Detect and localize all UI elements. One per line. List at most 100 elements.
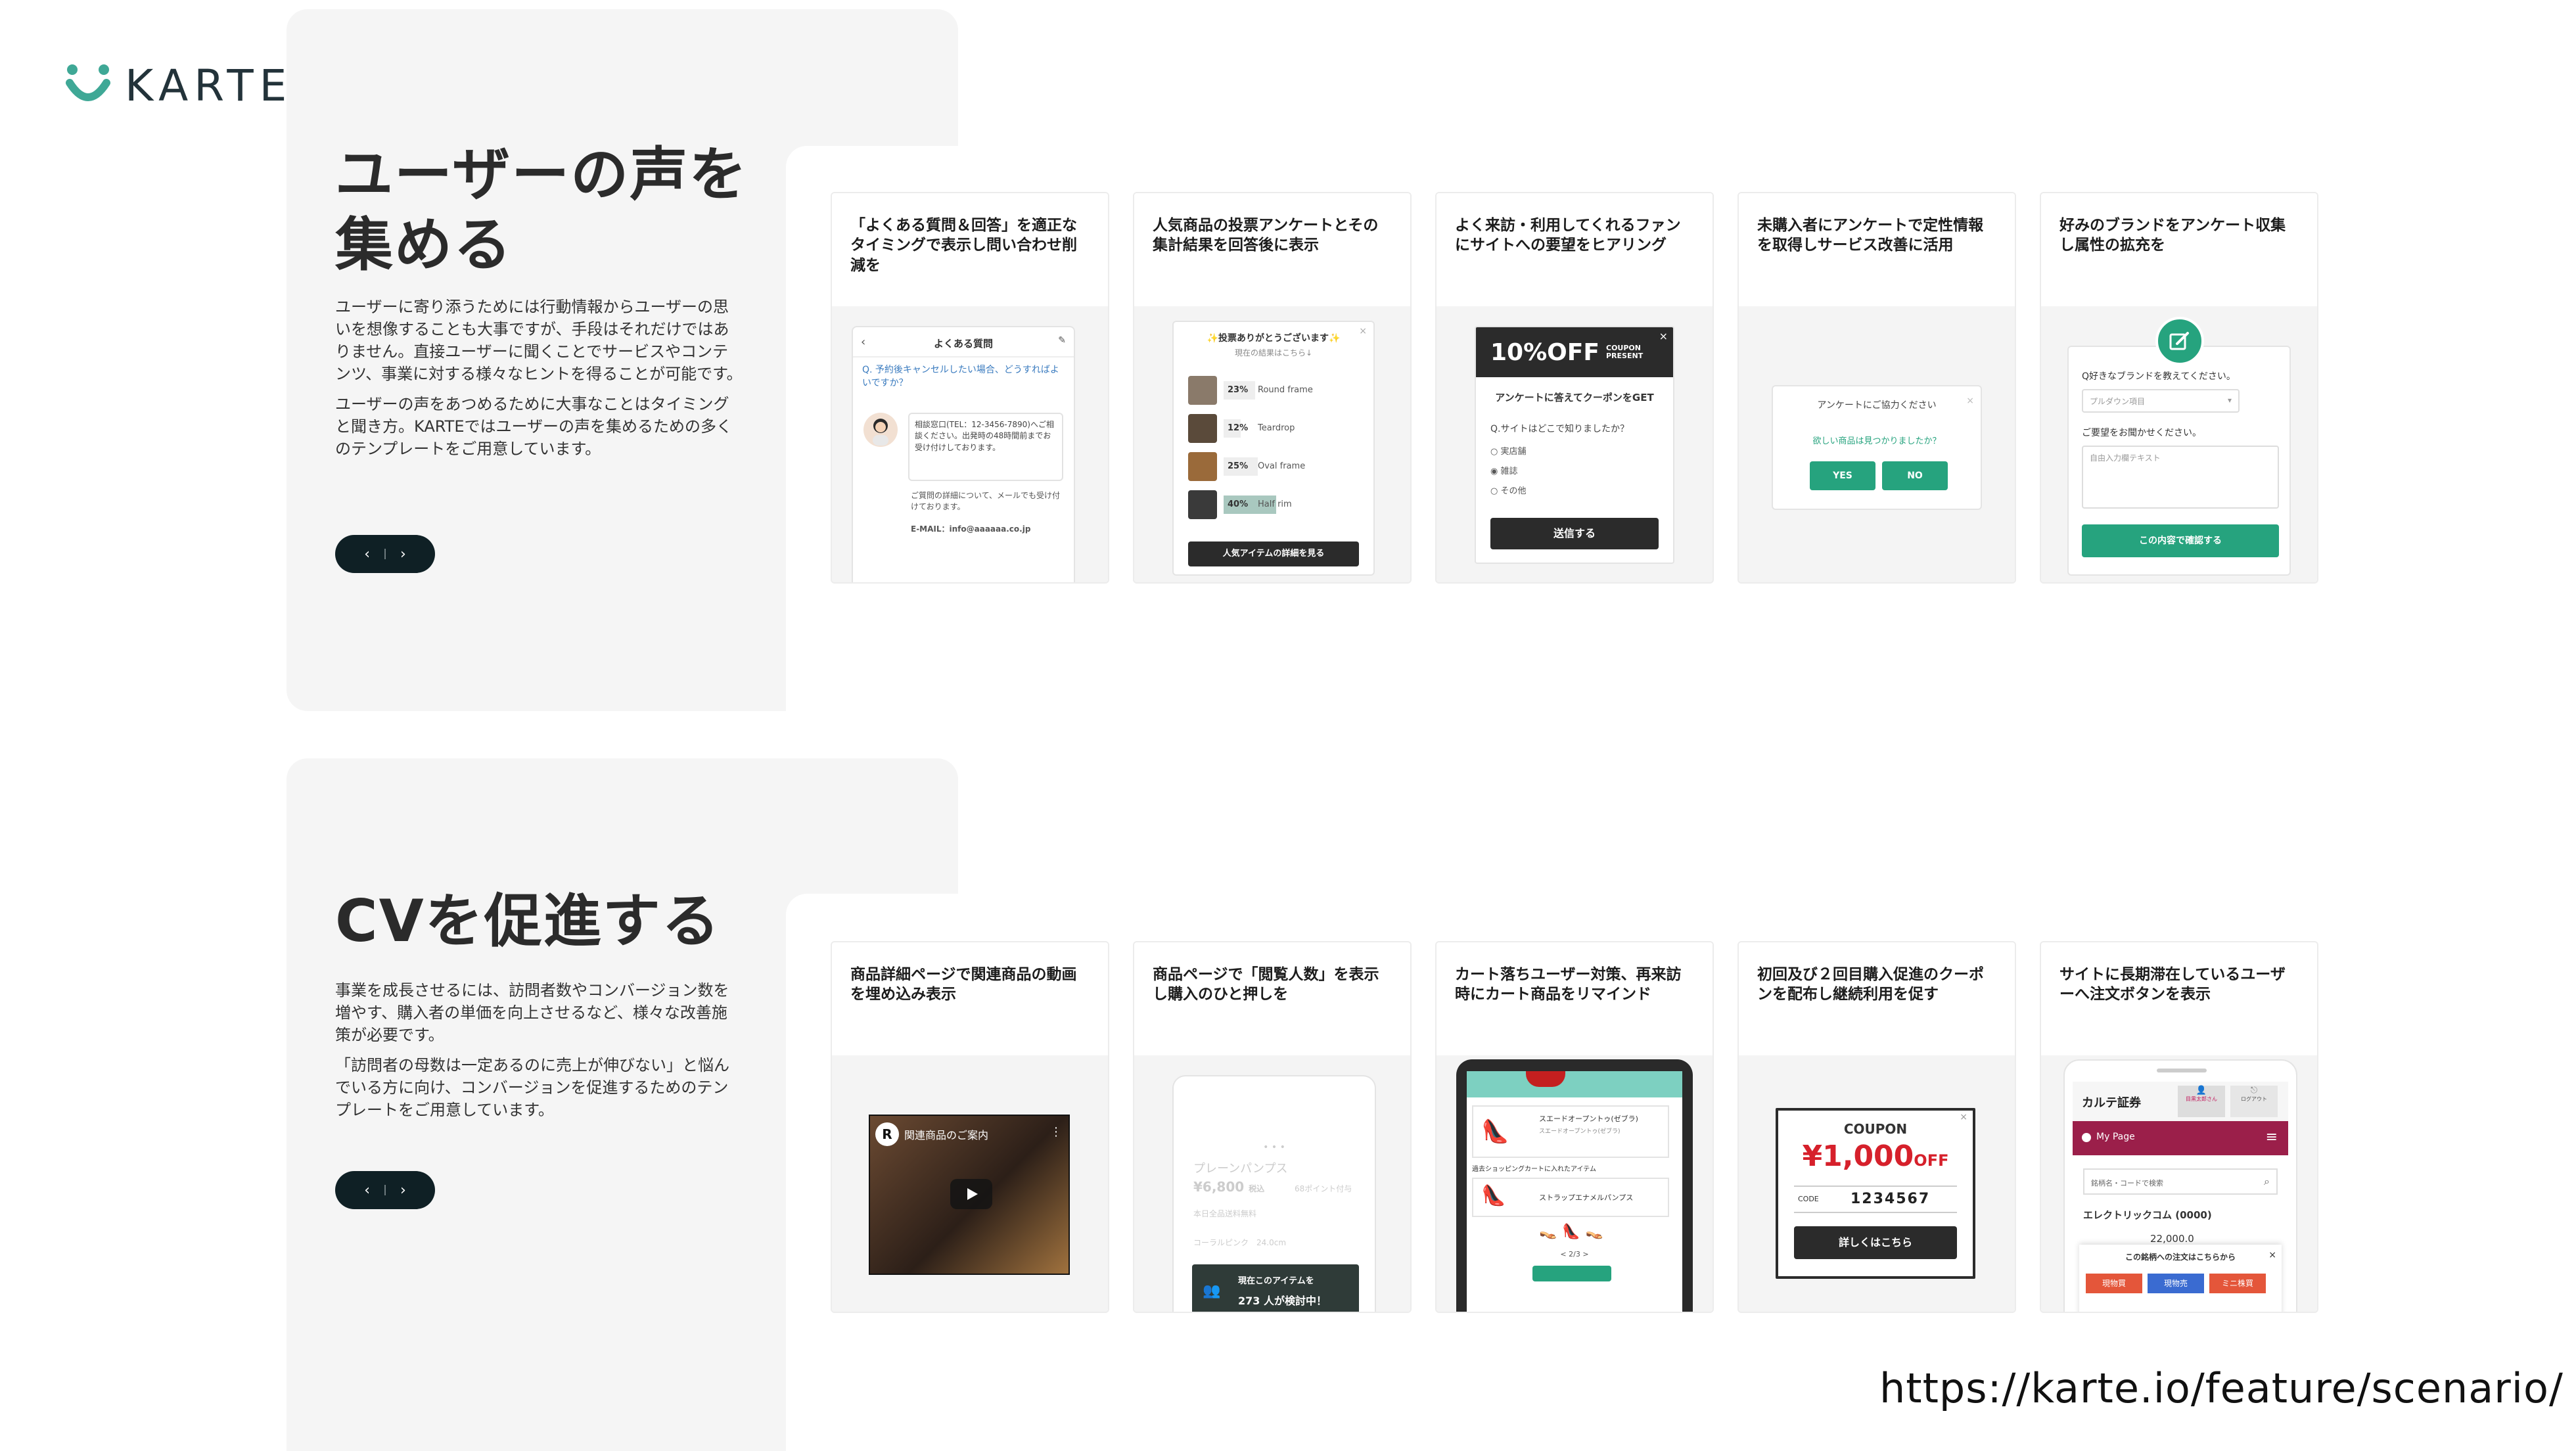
cart-item[interactable]: 👠 スエードオープントゥ(ゼブラ) スエードオープントゥ(ゼブラ) [1472, 1105, 1669, 1158]
search-placeholder: 銘柄名・コードで検索 [2091, 1179, 2163, 1187]
variant-select[interactable]: コーラルピンク 24.0cm [1193, 1237, 1286, 1248]
template-card-faq[interactable]: 「よくある質問＆回答」を適正なタイミングで表示し問い合わせ削減を ‹ よくある質… [831, 192, 1109, 584]
poll-percent: 23% [1228, 385, 1249, 395]
cart-cta-button[interactable] [1532, 1266, 1611, 1281]
survey-option[interactable]: ◉ 雑誌 [1490, 464, 1518, 476]
carousel-dots: • • • [1263, 1142, 1285, 1153]
phone-frame: カルテ証券 👤 目黒太郎さん ⎋ ログアウト My Page ≡ 銘柄名・コード… [2063, 1059, 2297, 1312]
card-caption: 好みのブランドをアンケート収集し属性の拡充を [2041, 193, 2317, 306]
next-arrow-icon[interactable]: › [400, 546, 406, 563]
card-thumbnail: Q好きなブランドを教えてください。 プルダウン項目 ▾ ご要望をお聞かせください。… [2041, 306, 2317, 582]
cart-pager[interactable]: < 2/3 > [1467, 1250, 1682, 1258]
card-thumbnail: ✨投票ありがとうございます✨ 現在の結果はこちら↓ × 23% Round fr… [1134, 306, 1410, 582]
section-paragraph: 「訪問者の母数は一定あるのに売上が伸びない」と悩んでいる方に向け、コンバージョン… [335, 1056, 729, 1120]
template-card-cart-reminder[interactable]: カート落ちユーザー対策、再来訪時にカート商品をリマインド 👠 スエードオープント… [1435, 941, 1714, 1313]
survey-option-label: 実店舗 [1500, 447, 1527, 457]
mini-buy-button[interactable]: ミニ株買 [2209, 1274, 2266, 1293]
karte-logo: KARTE [66, 60, 292, 111]
play-icon[interactable] [950, 1179, 992, 1209]
coupon-label: COUPON [1843, 1121, 1908, 1137]
nav-mypage[interactable]: My Page [2096, 1132, 2135, 1142]
app-nav: My Page ≡ [2073, 1121, 2288, 1155]
close-icon[interactable]: × [1359, 326, 1367, 336]
poll-photo [1188, 490, 1217, 519]
section-title-line: ユーザーの声を [335, 141, 748, 208]
survey-submit-button[interactable]: 送信する [1490, 518, 1659, 549]
cart-item[interactable]: 👠 ストラップエナメルパンプス [1472, 1178, 1669, 1217]
template-card-viewers[interactable]: 商品ページで「閲覧人数」を表示し購入のひと押しを • • • プレーンパンプス … [1133, 941, 1412, 1313]
sell-button[interactable]: 現物売 [2148, 1274, 2204, 1293]
section-body-cv: 事業を成長させるには、訪問者数やコンバージョン数を増やす、購入者の単価を向上させ… [335, 979, 743, 1129]
stock-search-input[interactable]: 銘柄名・コードで検索 ⌕ [2083, 1168, 2278, 1195]
shoe-icon: 👠 [1481, 1118, 1509, 1145]
video-player[interactable]: R 関連商品のご案内 ⋮ [869, 1115, 1070, 1275]
carousel-pager-cv: ‹ › [335, 1171, 435, 1209]
template-card-fan-survey[interactable]: よく来訪・利用してくれるファンにサイトへの要望をヒアリング 10%OFF COU… [1435, 192, 1714, 584]
channel-avatar-icon: R [875, 1122, 899, 1146]
price-tax: 税込 [1249, 1184, 1265, 1193]
no-button[interactable]: NO [1882, 461, 1948, 490]
divider [1794, 1186, 1957, 1187]
user-box[interactable]: 👤 目黒太郎さん [2178, 1086, 2225, 1117]
order-popup-text: この銘柄への注文はこちらから [2125, 1253, 2236, 1262]
yes-button[interactable]: YES [1810, 461, 1875, 490]
prev-arrow-icon[interactable]: ‹ [364, 546, 370, 563]
poll-photo [1188, 452, 1217, 481]
brand-request: ご要望をお聞かせください。 [2082, 428, 2201, 438]
people-icon: 👥 [1203, 1283, 1221, 1299]
close-icon[interactable]: × [1659, 330, 1668, 342]
cart-item-sub: スエードオープントゥ(ゼブラ) [1539, 1128, 1621, 1135]
poll-photo [1188, 414, 1217, 443]
template-card-brand-survey[interactable]: 好みのブランドをアンケート収集し属性の拡充を Q好きなブランドを教えてください。… [2040, 192, 2318, 584]
shoe-icon: 👠 [1481, 1184, 1506, 1207]
coupon-detail-button[interactable]: 詳しくはこちら [1794, 1226, 1957, 1259]
template-card-poll[interactable]: 人気商品の投票アンケートとその集計結果を回答後に表示 ✨投票ありがとうございます… [1133, 192, 1412, 584]
logout-icon: ⎋ [2250, 1086, 2258, 1095]
pager-divider [384, 549, 386, 559]
brand-textarea[interactable]: 自由入力欄テキスト [2082, 446, 2279, 509]
survey-option[interactable]: ○ 実店舗 [1490, 444, 1527, 457]
product-name: プレーンパンプス [1193, 1162, 1288, 1176]
template-card-coupon[interactable]: 初回及び２回目購入促進のクーポンを配布し継続利用を促す × COUPON ¥1,… [1737, 941, 2016, 1313]
card-caption: 商品ページで「閲覧人数」を表示し購入のひと押しを [1134, 942, 1410, 1055]
more-icon[interactable]: ⋮ [1050, 1125, 1062, 1139]
close-icon[interactable]: × [1966, 396, 1974, 406]
thumbnail-strip: 👡👠👡 [1539, 1224, 1609, 1240]
template-card-video[interactable]: 商品詳細ページで関連商品の動画を埋め込み表示 R 関連商品のご案内 ⋮ [831, 941, 1109, 1313]
coupon-amount-value: ¥1,000 [1802, 1140, 1914, 1173]
logout-box[interactable]: ⎋ ログアウト [2230, 1086, 2278, 1117]
faq-email: E-MAIL：info@aaaaaa.co.jp [911, 524, 1031, 534]
app-logo: カルテ証券 [2082, 1096, 2141, 1110]
survey-widget: 10%OFF COUPON PRESENT × アンケートに答えてクーポンをGE… [1475, 326, 1674, 564]
brand-select[interactable]: プルダウン項目 ▾ [2082, 389, 2240, 413]
poll-thanks: ✨投票ありがとうございます✨ [1207, 333, 1341, 344]
buy-button[interactable]: 現物買 [2086, 1274, 2142, 1293]
brand-confirm-button[interactable]: この内容で確認する [2082, 524, 2279, 557]
poll-option-label: Round frame [1258, 385, 1313, 395]
edit-survey-icon [2155, 317, 2204, 365]
product-price: ¥6,800 税込 [1193, 1179, 1264, 1195]
faq-header: よくある質問 [933, 338, 993, 350]
app-header: カルテ証券 👤 目黒太郎さん ⎋ ログアウト [2073, 1082, 2288, 1121]
section-paragraph: ユーザーの声をあつめるために大事なことはタイミングと聞き方。KARTEではユーザ… [335, 395, 733, 459]
product-points: 68ポイント付与 [1295, 1184, 1352, 1193]
template-card-order-button[interactable]: サイトに長期滞在しているユーザーへ注文ボタンを表示 カルテ証券 👤 目黒太郎さん… [2040, 941, 2318, 1313]
survey-lead: アンケートに答えてクーポンをGET [1495, 392, 1654, 403]
card-caption: サイトに長期滞在しているユーザーへ注文ボタンを表示 [2041, 942, 2317, 1055]
pager-divider [384, 1185, 386, 1195]
section-paragraph: 事業を成長させるには、訪問者数やコンバージョン数を増やす、購入者の単価を向上させ… [335, 981, 729, 1045]
section-title-voice: ユーザーの声を 集める [335, 139, 748, 281]
poll-detail-button[interactable]: 人気アイテムの詳細を見る [1188, 541, 1359, 566]
phone-speaker [2157, 1069, 2207, 1072]
prev-arrow-icon[interactable]: ‹ [364, 1182, 370, 1199]
next-arrow-icon[interactable]: › [400, 1182, 406, 1199]
phone-header [1467, 1071, 1682, 1097]
card-caption: 商品詳細ページで関連商品の動画を埋め込み表示 [832, 942, 1108, 1055]
template-card-yesno[interactable]: 未購入者にアンケートで定性情報を取得しサービス改善に活用 アンケートにご協力くだ… [1737, 192, 2016, 584]
card-thumbnail: 10%OFF COUPON PRESENT × アンケートに答えてクーポンをGE… [1437, 306, 1713, 582]
close-icon[interactable]: × [2268, 1250, 2276, 1260]
menu-icon[interactable]: ≡ [2266, 1129, 2278, 1145]
karte-logo-icon [66, 63, 110, 109]
survey-question: Q.サイトはどこで知りましたか？ [1490, 424, 1630, 434]
survey-option[interactable]: ○ その他 [1490, 484, 1527, 496]
